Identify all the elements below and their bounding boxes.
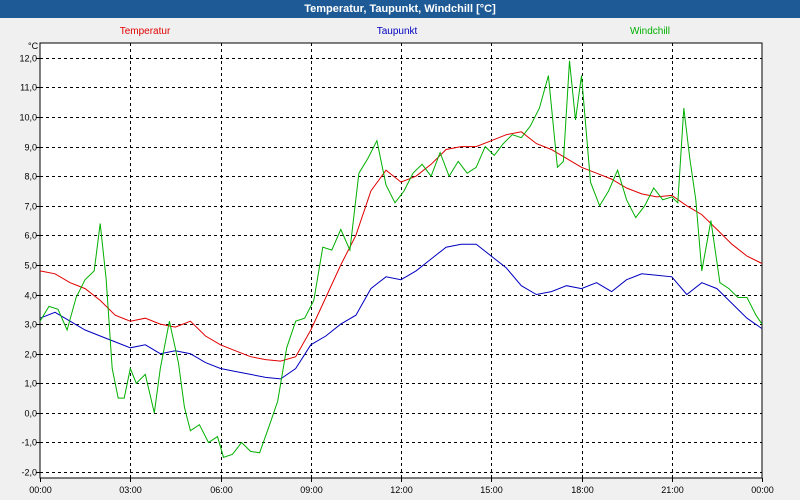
legend-item-windchill: Windchill	[630, 26, 670, 37]
x-tick-time: 12:00	[390, 485, 413, 495]
chart-title: Temperatur, Taupunkt, Windchill [°C]	[0, 0, 800, 18]
y-tick-label: 6,0	[24, 231, 37, 241]
x-tick-time: 06:00	[210, 485, 233, 495]
y-tick-label: 7,0	[24, 202, 37, 212]
y-tick-label: 12,0	[19, 54, 37, 64]
y-tick-label: 0,0	[24, 409, 37, 419]
x-tick-time: 03:00	[119, 485, 142, 495]
x-tick-time: 00:00	[751, 485, 774, 495]
y-tick-label: 8,0	[24, 172, 37, 182]
x-tick-time: 18:00	[571, 485, 594, 495]
y-tick-label: 3,0	[24, 320, 37, 330]
x-tick-time: 09:00	[300, 485, 323, 495]
y-tick-label: 1,0	[24, 379, 37, 389]
x-tick-time: 21:00	[661, 485, 684, 495]
y-tick-label: 5,0	[24, 261, 37, 271]
x-tick-time: 15:00	[480, 485, 503, 495]
y-tick-label: 11,0	[20, 83, 37, 93]
y-tick-label: 2,0	[24, 350, 37, 360]
x-tick-time: 00:00	[29, 485, 52, 495]
y-tick-label: 10,0	[19, 113, 37, 123]
line-chart: °C -2,0 -1,0 0,0 1,0 2,0 3,0 4,0 5,0 6,0 7,0 8,0 9,…	[0, 18, 800, 500]
y-tick-label: 9,0	[24, 143, 37, 153]
y-tick-label: -2,0	[21, 468, 37, 478]
y-tick-label: -1,0	[21, 438, 37, 448]
y-axis-unit: °C	[28, 41, 39, 51]
y-tick-label: 4,0	[24, 291, 37, 301]
legend-item-taupunkt: Taupunkt	[377, 26, 418, 37]
legend-item-temperatur: Temperatur	[120, 26, 171, 37]
